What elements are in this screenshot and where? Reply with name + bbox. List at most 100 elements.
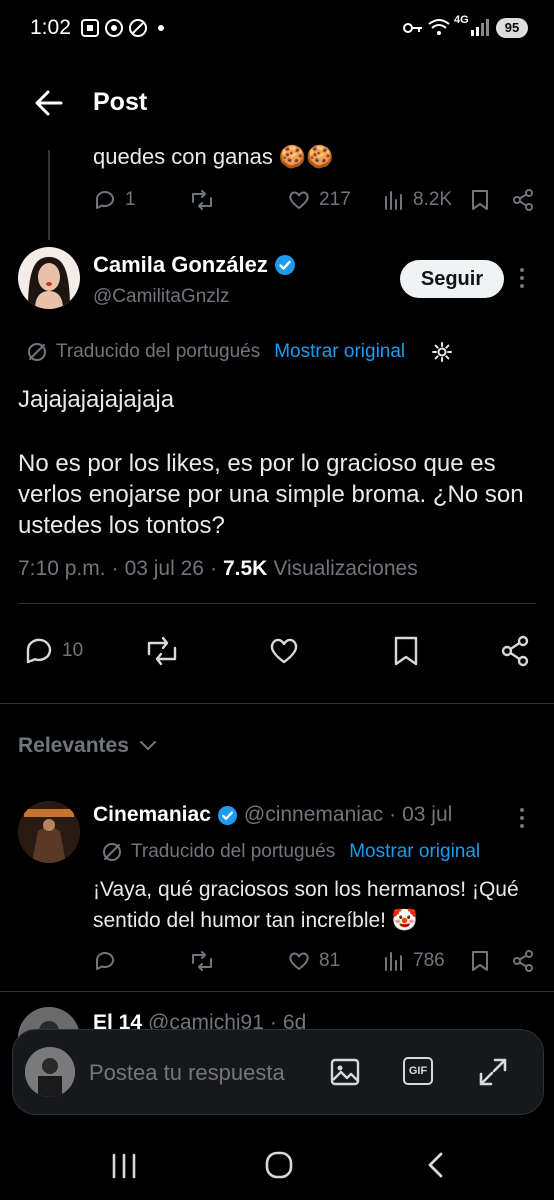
- meta-separator: ·: [209, 557, 217, 580]
- verified-badge-icon: [274, 254, 296, 276]
- post-text-first-line: Jajajajajajajaja: [18, 386, 175, 413]
- post-views-label: Visualizaciones: [273, 557, 418, 580]
- meta-separator: ·: [389, 803, 397, 826]
- recent-apps-icon[interactable]: [110, 1152, 138, 1180]
- verified-badge-icon: [217, 805, 238, 826]
- reply-input[interactable]: [87, 1056, 311, 1090]
- show-original-link[interactable]: Mostrar original: [349, 841, 480, 863]
- composer-avatar: [25, 1047, 75, 1097]
- views-button[interactable]: 8.2K: [383, 188, 452, 212]
- reply-author-handle[interactable]: @cinnemaniac: [244, 803, 383, 827]
- thread-line: [48, 150, 50, 240]
- block-icon: [128, 18, 148, 38]
- post-views-count: 7.5K: [222, 557, 268, 580]
- sort-label: Relevantes: [18, 734, 129, 757]
- repost-icon[interactable]: [189, 949, 215, 973]
- wifi-icon: [428, 18, 450, 36]
- post-text-body: No es por los likes, es por lo gracioso …: [18, 450, 524, 539]
- reply-button[interactable]: 1: [93, 188, 136, 212]
- follow-button[interactable]: Seguir: [400, 260, 504, 298]
- post-actions: 10: [0, 634, 554, 670]
- network-type: 4G: [454, 14, 469, 26]
- status-time: 1:02: [30, 16, 71, 39]
- share-icon[interactable]: [511, 949, 535, 973]
- heart-icon: [289, 191, 309, 209]
- share-icon[interactable]: [511, 188, 535, 212]
- translation-settings-gear-icon[interactable]: [431, 341, 453, 363]
- back-icon[interactable]: [424, 1151, 446, 1179]
- heart-icon[interactable]: [267, 634, 301, 668]
- page-title: Post: [93, 88, 148, 116]
- notification-dot-icon: [158, 25, 164, 31]
- translated-label: Traducido del portugués: [56, 341, 261, 362]
- key-icon: [402, 20, 424, 36]
- reply-date: 03 jul: [402, 803, 453, 826]
- reply-icon: [26, 638, 52, 664]
- bookmark-icon[interactable]: [469, 949, 491, 973]
- prev-reply-actions: 1 217 8.2K: [93, 188, 538, 214]
- back-arrow-icon[interactable]: [34, 88, 64, 118]
- header: Post: [0, 58, 554, 150]
- author-name-text: Camila González: [93, 252, 268, 277]
- sort-replies-dropdown[interactable]: Relevantes: [18, 734, 157, 758]
- bookmark-icon[interactable]: [390, 634, 422, 668]
- reply-actions: 81 786: [93, 949, 538, 975]
- image-icon[interactable]: [329, 1056, 361, 1088]
- navigation-bar: [0, 1130, 554, 1200]
- reply-icon[interactable]: [93, 949, 117, 973]
- prev-reply-text: quedes con ganas 🍪🍪: [93, 144, 334, 169]
- reply-composer: GIF: [12, 1029, 544, 1115]
- status-bar: 1:02 4G 95: [0, 0, 554, 58]
- avatar[interactable]: [18, 247, 80, 309]
- post-date: 03 jul 26: [124, 557, 204, 580]
- views-button[interactable]: 786: [383, 949, 445, 973]
- like-button[interactable]: 81: [287, 949, 340, 973]
- gif-label: GIF: [408, 1065, 428, 1077]
- translation-bar: Traducido del portugués Mostrar original: [26, 341, 453, 363]
- reply-text: ¡Vaya, qué graciosos son los hermanos! ¡…: [93, 878, 519, 932]
- views-count: 8.2K: [413, 189, 453, 210]
- share-icon[interactable]: [498, 634, 532, 668]
- like-count: 81: [319, 950, 341, 971]
- section-divider: [0, 703, 554, 704]
- repost-button[interactable]: [189, 188, 215, 212]
- repost-icon[interactable]: [143, 634, 181, 668]
- screenshot-icon: [80, 18, 100, 38]
- views-count: 786: [413, 950, 445, 971]
- home-icon[interactable]: [264, 1150, 294, 1180]
- expand-icon[interactable]: [477, 1056, 509, 1088]
- divider: [0, 991, 554, 992]
- post-time: 7:10 p.m.: [18, 557, 106, 580]
- views-icon: [385, 191, 402, 210]
- like-button[interactable]: 217: [287, 188, 351, 212]
- bookmark-icon[interactable]: [469, 188, 491, 212]
- more-options-icon[interactable]: [520, 808, 524, 828]
- reply-icon: [96, 191, 114, 209]
- author-name[interactable]: Camila González: [93, 252, 296, 278]
- reply-header: Cinemaniac @cinnemaniac · 03 jul: [93, 803, 452, 827]
- gif-button[interactable]: GIF: [403, 1057, 433, 1085]
- reply-count: 1: [125, 189, 136, 210]
- heart-icon: [289, 952, 309, 970]
- views-icon: [385, 952, 402, 971]
- reply-author-name[interactable]: Cinemaniac: [93, 803, 211, 827]
- translate-icon: [26, 341, 48, 363]
- like-count: 217: [319, 189, 351, 210]
- author-handle[interactable]: @CamilitaGnzlz: [93, 286, 229, 308]
- translation-bar: Traducido del portugués Mostrar original: [101, 841, 480, 863]
- chevron-down-icon: [139, 740, 157, 752]
- translate-icon: [101, 841, 123, 863]
- divider: [18, 603, 536, 604]
- reply-button[interactable]: 10: [22, 634, 83, 668]
- battery-indicator: 95: [496, 18, 528, 38]
- more-options-icon[interactable]: [520, 268, 524, 288]
- show-original-link[interactable]: Mostrar original: [274, 341, 405, 363]
- avatar[interactable]: [18, 801, 80, 863]
- post-meta: 7:10 p.m. · 03 jul 26 · 7.5K Visualizaci…: [18, 557, 418, 581]
- signal-icon: [470, 18, 490, 36]
- repost-icon: [192, 190, 212, 210]
- chrome-icon: [104, 18, 124, 38]
- translated-label: Traducido del portugués: [131, 841, 336, 862]
- meta-separator: ·: [111, 557, 119, 580]
- reply-count: 10: [62, 640, 84, 661]
